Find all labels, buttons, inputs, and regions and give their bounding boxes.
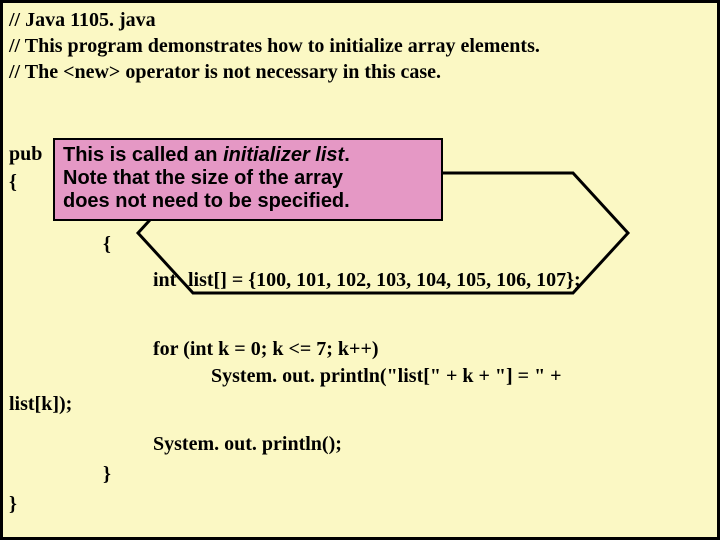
comment-line-3: // The <new> operator is not necessary i… xyxy=(9,61,441,84)
callout-l1b: initializer list xyxy=(223,144,344,166)
comment-line-2: // This program demonstrates how to init… xyxy=(9,35,540,58)
open-brace-2: { xyxy=(103,233,111,256)
for-loop-line: for (int k = 0; k <= 7; k++) xyxy=(153,338,379,361)
callout-line-1: This is called an initializer list. xyxy=(63,144,433,167)
comment-line-1: // Java 1105. java xyxy=(9,9,156,32)
open-brace-1: { xyxy=(9,171,17,194)
decl-int-keyword: int xyxy=(153,269,176,292)
pub-fragment: pub xyxy=(9,143,42,166)
callout-l1c: . xyxy=(344,144,350,166)
close-brace-1: } xyxy=(103,463,111,486)
slide-canvas: // Java 1105. java // This program demon… xyxy=(0,0,720,540)
callout-line-3: does not need to be specified. xyxy=(63,190,433,213)
close-brace-2: } xyxy=(9,493,17,516)
callout-l1a: This is called an xyxy=(63,144,223,166)
listk-fragment: list[k]); xyxy=(9,393,72,416)
println-line-2: System. out. println(); xyxy=(153,433,342,456)
println-indent xyxy=(153,365,193,388)
callout-line-2: Note that the size of the array xyxy=(63,167,433,190)
decl-list-init: list[] = {100, 101, 102, 103, 104, 105, … xyxy=(188,269,581,292)
callout-box: This is called an initializer list. Note… xyxy=(53,138,443,221)
println-line-1: System. out. println("list[" + k + "] = … xyxy=(211,365,567,388)
